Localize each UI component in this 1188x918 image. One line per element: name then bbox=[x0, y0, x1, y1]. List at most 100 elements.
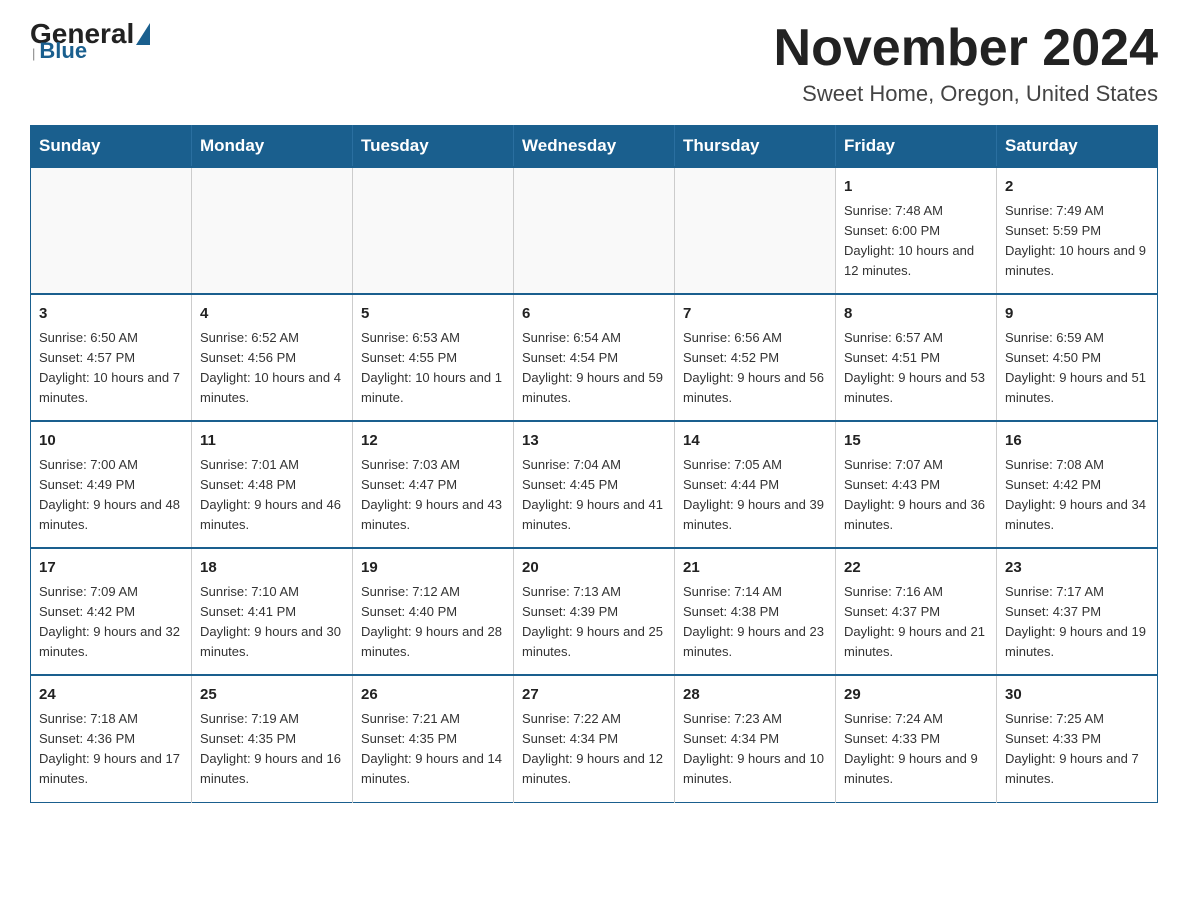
day-info: Sunrise: 6:53 AMSunset: 4:55 PMDaylight:… bbox=[361, 328, 505, 409]
day-info: Sunrise: 7:14 AMSunset: 4:38 PMDaylight:… bbox=[683, 582, 827, 663]
day-info: Sunrise: 7:48 AMSunset: 6:00 PMDaylight:… bbox=[844, 201, 988, 282]
calendar-cell-w3-d3: 12Sunrise: 7:03 AMSunset: 4:47 PMDayligh… bbox=[353, 421, 514, 548]
month-title: November 2024 bbox=[774, 20, 1158, 77]
calendar-week-4: 17Sunrise: 7:09 AMSunset: 4:42 PMDayligh… bbox=[31, 548, 1158, 675]
day-number: 10 bbox=[39, 430, 183, 453]
header-thursday: Thursday bbox=[675, 126, 836, 168]
day-info: Sunrise: 7:04 AMSunset: 4:45 PMDaylight:… bbox=[522, 455, 666, 536]
day-info: Sunrise: 6:52 AMSunset: 4:56 PMDaylight:… bbox=[200, 328, 344, 409]
day-info: Sunrise: 7:16 AMSunset: 4:37 PMDaylight:… bbox=[844, 582, 988, 663]
day-number: 28 bbox=[683, 684, 827, 707]
day-number: 11 bbox=[200, 430, 344, 453]
day-number: 3 bbox=[39, 303, 183, 326]
day-info: Sunrise: 7:49 AMSunset: 5:59 PMDaylight:… bbox=[1005, 201, 1149, 282]
header-wednesday: Wednesday bbox=[514, 126, 675, 168]
calendar-cell-w5-d4: 27Sunrise: 7:22 AMSunset: 4:34 PMDayligh… bbox=[514, 675, 675, 802]
calendar-cell-w5-d6: 29Sunrise: 7:24 AMSunset: 4:33 PMDayligh… bbox=[836, 675, 997, 802]
calendar-cell-w4-d7: 23Sunrise: 7:17 AMSunset: 4:37 PMDayligh… bbox=[997, 548, 1158, 675]
calendar-cell-w1-d7: 2Sunrise: 7:49 AMSunset: 5:59 PMDaylight… bbox=[997, 167, 1158, 294]
calendar-cell-w1-d3 bbox=[353, 167, 514, 294]
day-number: 22 bbox=[844, 557, 988, 580]
calendar-cell-w2-d5: 7Sunrise: 6:56 AMSunset: 4:52 PMDaylight… bbox=[675, 294, 836, 421]
calendar-week-3: 10Sunrise: 7:00 AMSunset: 4:49 PMDayligh… bbox=[31, 421, 1158, 548]
header-saturday: Saturday bbox=[997, 126, 1158, 168]
calendar-cell-w4-d4: 20Sunrise: 7:13 AMSunset: 4:39 PMDayligh… bbox=[514, 548, 675, 675]
calendar-cell-w5-d3: 26Sunrise: 7:21 AMSunset: 4:35 PMDayligh… bbox=[353, 675, 514, 802]
day-info: Sunrise: 7:17 AMSunset: 4:37 PMDaylight:… bbox=[1005, 582, 1149, 663]
header-sunday: Sunday bbox=[31, 126, 192, 168]
day-info: Sunrise: 7:21 AMSunset: 4:35 PMDaylight:… bbox=[361, 709, 505, 790]
day-info: Sunrise: 6:56 AMSunset: 4:52 PMDaylight:… bbox=[683, 328, 827, 409]
day-number: 19 bbox=[361, 557, 505, 580]
day-info: Sunrise: 6:54 AMSunset: 4:54 PMDaylight:… bbox=[522, 328, 666, 409]
logo-blue-text: Blue bbox=[39, 38, 87, 64]
day-number: 5 bbox=[361, 303, 505, 326]
header-tuesday: Tuesday bbox=[353, 126, 514, 168]
calendar-cell-w5-d2: 25Sunrise: 7:19 AMSunset: 4:35 PMDayligh… bbox=[192, 675, 353, 802]
day-info: Sunrise: 7:00 AMSunset: 4:49 PMDaylight:… bbox=[39, 455, 183, 536]
calendar-cell-w5-d7: 30Sunrise: 7:25 AMSunset: 4:33 PMDayligh… bbox=[997, 675, 1158, 802]
day-info: Sunrise: 7:19 AMSunset: 4:35 PMDaylight:… bbox=[200, 709, 344, 790]
calendar-cell-w2-d7: 9Sunrise: 6:59 AMSunset: 4:50 PMDaylight… bbox=[997, 294, 1158, 421]
day-number: 13 bbox=[522, 430, 666, 453]
calendar-cell-w1-d6: 1Sunrise: 7:48 AMSunset: 6:00 PMDaylight… bbox=[836, 167, 997, 294]
day-number: 25 bbox=[200, 684, 344, 707]
calendar-cell-w4-d2: 18Sunrise: 7:10 AMSunset: 4:41 PMDayligh… bbox=[192, 548, 353, 675]
day-number: 23 bbox=[1005, 557, 1149, 580]
calendar-cell-w4-d3: 19Sunrise: 7:12 AMSunset: 4:40 PMDayligh… bbox=[353, 548, 514, 675]
day-info: Sunrise: 7:09 AMSunset: 4:42 PMDaylight:… bbox=[39, 582, 183, 663]
day-number: 27 bbox=[522, 684, 666, 707]
calendar-cell-w1-d1 bbox=[31, 167, 192, 294]
calendar-header-row: Sunday Monday Tuesday Wednesday Thursday… bbox=[31, 126, 1158, 168]
day-number: 2 bbox=[1005, 176, 1149, 199]
calendar-cell-w3-d2: 11Sunrise: 7:01 AMSunset: 4:48 PMDayligh… bbox=[192, 421, 353, 548]
day-info: Sunrise: 7:25 AMSunset: 4:33 PMDaylight:… bbox=[1005, 709, 1149, 790]
day-info: Sunrise: 6:59 AMSunset: 4:50 PMDaylight:… bbox=[1005, 328, 1149, 409]
calendar-cell-w5-d1: 24Sunrise: 7:18 AMSunset: 4:36 PMDayligh… bbox=[31, 675, 192, 802]
day-number: 18 bbox=[200, 557, 344, 580]
day-info: Sunrise: 7:07 AMSunset: 4:43 PMDaylight:… bbox=[844, 455, 988, 536]
calendar-cell-w4-d1: 17Sunrise: 7:09 AMSunset: 4:42 PMDayligh… bbox=[31, 548, 192, 675]
calendar-cell-w4-d6: 22Sunrise: 7:16 AMSunset: 4:37 PMDayligh… bbox=[836, 548, 997, 675]
day-number: 24 bbox=[39, 684, 183, 707]
day-info: Sunrise: 7:03 AMSunset: 4:47 PMDaylight:… bbox=[361, 455, 505, 536]
calendar-week-2: 3Sunrise: 6:50 AMSunset: 4:57 PMDaylight… bbox=[31, 294, 1158, 421]
day-info: Sunrise: 7:08 AMSunset: 4:42 PMDaylight:… bbox=[1005, 455, 1149, 536]
calendar-cell-w3-d7: 16Sunrise: 7:08 AMSunset: 4:42 PMDayligh… bbox=[997, 421, 1158, 548]
location-subtitle: Sweet Home, Oregon, United States bbox=[774, 81, 1158, 107]
day-info: Sunrise: 7:01 AMSunset: 4:48 PMDaylight:… bbox=[200, 455, 344, 536]
day-number: 4 bbox=[200, 303, 344, 326]
day-number: 17 bbox=[39, 557, 183, 580]
day-number: 1 bbox=[844, 176, 988, 199]
calendar-cell-w3-d4: 13Sunrise: 7:04 AMSunset: 4:45 PMDayligh… bbox=[514, 421, 675, 548]
calendar-week-1: 1Sunrise: 7:48 AMSunset: 6:00 PMDaylight… bbox=[31, 167, 1158, 294]
calendar-cell-w2-d3: 5Sunrise: 6:53 AMSunset: 4:55 PMDaylight… bbox=[353, 294, 514, 421]
calendar-cell-w3-d6: 15Sunrise: 7:07 AMSunset: 4:43 PMDayligh… bbox=[836, 421, 997, 548]
calendar-cell-w3-d1: 10Sunrise: 7:00 AMSunset: 4:49 PMDayligh… bbox=[31, 421, 192, 548]
header: General | Blue November 2024 Sweet Home,… bbox=[30, 20, 1158, 107]
header-monday: Monday bbox=[192, 126, 353, 168]
day-number: 20 bbox=[522, 557, 666, 580]
day-info: Sunrise: 7:13 AMSunset: 4:39 PMDaylight:… bbox=[522, 582, 666, 663]
logo-triangle-icon bbox=[136, 23, 150, 45]
day-number: 29 bbox=[844, 684, 988, 707]
header-friday: Friday bbox=[836, 126, 997, 168]
logo: General | Blue bbox=[30, 20, 152, 64]
day-number: 6 bbox=[522, 303, 666, 326]
day-number: 21 bbox=[683, 557, 827, 580]
day-number: 9 bbox=[1005, 303, 1149, 326]
calendar-cell-w4-d5: 21Sunrise: 7:14 AMSunset: 4:38 PMDayligh… bbox=[675, 548, 836, 675]
day-info: Sunrise: 7:18 AMSunset: 4:36 PMDaylight:… bbox=[39, 709, 183, 790]
calendar-week-5: 24Sunrise: 7:18 AMSunset: 4:36 PMDayligh… bbox=[31, 675, 1158, 802]
day-info: Sunrise: 7:22 AMSunset: 4:34 PMDaylight:… bbox=[522, 709, 666, 790]
day-number: 30 bbox=[1005, 684, 1149, 707]
calendar-cell-w2-d2: 4Sunrise: 6:52 AMSunset: 4:56 PMDaylight… bbox=[192, 294, 353, 421]
day-info: Sunrise: 7:23 AMSunset: 4:34 PMDaylight:… bbox=[683, 709, 827, 790]
day-info: Sunrise: 7:24 AMSunset: 4:33 PMDaylight:… bbox=[844, 709, 988, 790]
calendar-cell-w1-d2 bbox=[192, 167, 353, 294]
day-info: Sunrise: 7:05 AMSunset: 4:44 PMDaylight:… bbox=[683, 455, 827, 536]
calendar-cell-w2-d1: 3Sunrise: 6:50 AMSunset: 4:57 PMDaylight… bbox=[31, 294, 192, 421]
title-area: November 2024 Sweet Home, Oregon, United… bbox=[774, 20, 1158, 107]
calendar-cell-w1-d5 bbox=[675, 167, 836, 294]
logo-line-icon: | bbox=[32, 46, 35, 61]
